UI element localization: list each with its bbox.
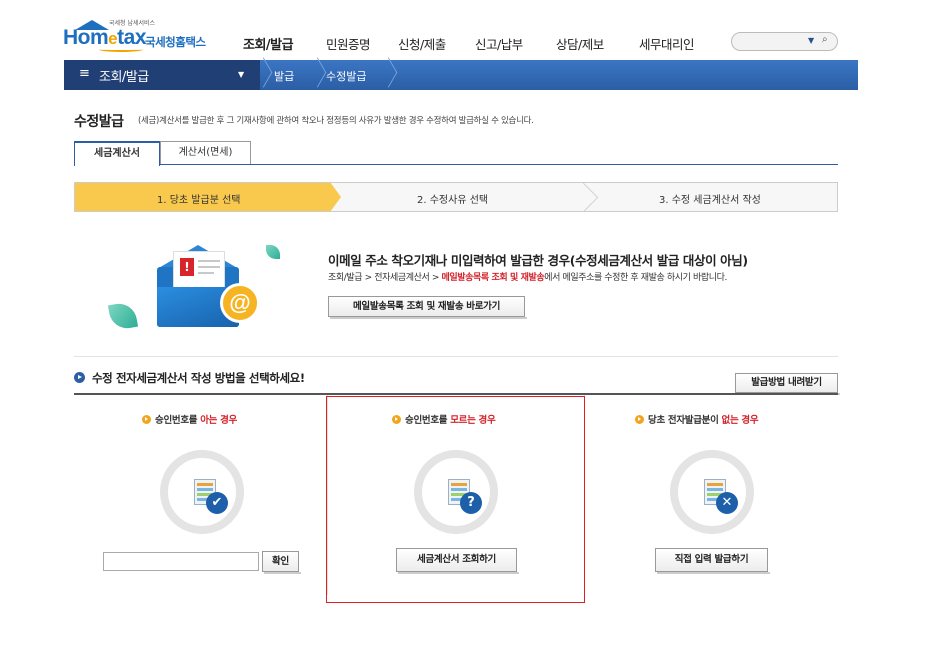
approval-number-input[interactable] <box>103 552 259 571</box>
orange-bullet-icon <box>635 415 644 424</box>
section-bullet-icon <box>74 372 85 383</box>
selection-highlight-box <box>326 396 585 603</box>
hometax-logo[interactable]: 국세청 납세서비스 Hometax 국세청홈택스 <box>63 18 213 52</box>
page-title: 수정발급 <box>74 114 124 130</box>
gnb-item-consult[interactable]: 상담/제보 <box>556 34 604 53</box>
step-3-label: 3. 수정 세금계산서 작성 <box>659 195 761 206</box>
leaf-icon <box>107 300 139 332</box>
breadcrumb-bar: ≡ 조회/발급 ▼ 발급 수정발급 <box>64 60 858 90</box>
step-arrow-icon <box>330 182 341 212</box>
no-original-icon: ✕ <box>670 450 754 534</box>
gnb-item-application[interactable]: 신청/제출 <box>398 34 446 53</box>
chevron-right-icon <box>385 60 397 90</box>
tab-invoice-exempt[interactable]: 계산서(면세) <box>160 141 251 165</box>
method-section-title: 수정 전자세금계산서 작성 방법을 선택하세요! <box>92 371 305 385</box>
logo-subtitle: 국세청홈택스 <box>145 35 206 49</box>
email-notice-title: 이메일 주소 착오기재나 미입력하여 발급한 경우(수정세금계산서 발급 대상이… <box>328 253 748 268</box>
direct-input-button[interactable]: 직접 입력 발급하기 <box>655 548 770 574</box>
tabs-underline <box>74 164 838 165</box>
gnb-item-inquiry[interactable]: 조회/발급 <box>243 34 294 53</box>
step-1-label: 1. 당초 발급분 선택 <box>157 195 241 206</box>
check-icon: ✔ <box>206 492 228 514</box>
mail-resend-button[interactable]: 메일발송목록 조회 및 재발송 바로가기 <box>328 296 527 319</box>
step-indicator: 1. 당초 발급분 선택 2. 수정사유 선택 3. 수정 세금계산서 작성 <box>74 182 838 212</box>
gnb-item-certificates[interactable]: 민원증명 <box>326 34 371 53</box>
orange-bullet-icon <box>142 415 151 424</box>
chevron-right-icon <box>260 60 272 90</box>
breadcrumb-issue[interactable]: 발급 <box>274 68 294 84</box>
page-description: (세금)계산서를 발급한 후 그 기재사항에 관하여 착오나 정정등의 사유가 … <box>138 116 534 126</box>
option-none-title: 당초 전자발급분이 없는 경우 <box>635 412 759 426</box>
x-icon: ✕ <box>716 492 738 514</box>
search-box[interactable]: ▼ ⌕ <box>731 32 838 51</box>
email-illustration: ! @ <box>106 237 296 337</box>
step-2-label: 2. 수정사유 선택 <box>417 195 489 206</box>
method-section-line <box>74 393 838 395</box>
breadcrumb-amend[interactable]: 수정발급 <box>326 68 366 84</box>
email-notice-text: 조회/발급 > 전자세금계산서 > 메일발송목록 조회 및 재발송에서 메일주소… <box>328 273 727 283</box>
chevron-right-icon <box>314 60 326 90</box>
search-dropdown-icon[interactable]: ▼ <box>808 36 814 45</box>
at-sign-icon: @ <box>220 283 260 323</box>
leaf-icon <box>266 245 280 259</box>
menu-selector[interactable]: ≡ 조회/발급 ▼ <box>64 60 260 90</box>
caret-down-icon[interactable]: ▼ <box>238 70 244 79</box>
known-approval-icon: ✔ <box>160 450 244 534</box>
step-divider-icon <box>583 183 595 211</box>
logo-swoosh-icon <box>99 47 143 52</box>
gnb-item-filing[interactable]: 신고/납부 <box>475 34 523 53</box>
download-guide-button[interactable]: 발급방법 내려받기 <box>735 373 840 395</box>
section-divider <box>74 356 838 357</box>
top-header: 국세청 납세서비스 Hometax 국세청홈택스 조회/발급 민원증명 신청/제… <box>0 0 938 58</box>
option-known-title: 승인번호를 아는 경우 <box>142 412 237 426</box>
confirm-button[interactable]: 확인 <box>262 551 301 574</box>
search-icon[interactable]: ⌕ <box>822 34 828 45</box>
tab-tax-invoice[interactable]: 세금계산서 <box>74 141 160 166</box>
hamburger-icon[interactable]: ≡ <box>79 66 90 81</box>
section-title[interactable]: 조회/발급 <box>99 66 149 85</box>
gnb-item-tax-agent[interactable]: 세무대리인 <box>639 34 695 53</box>
